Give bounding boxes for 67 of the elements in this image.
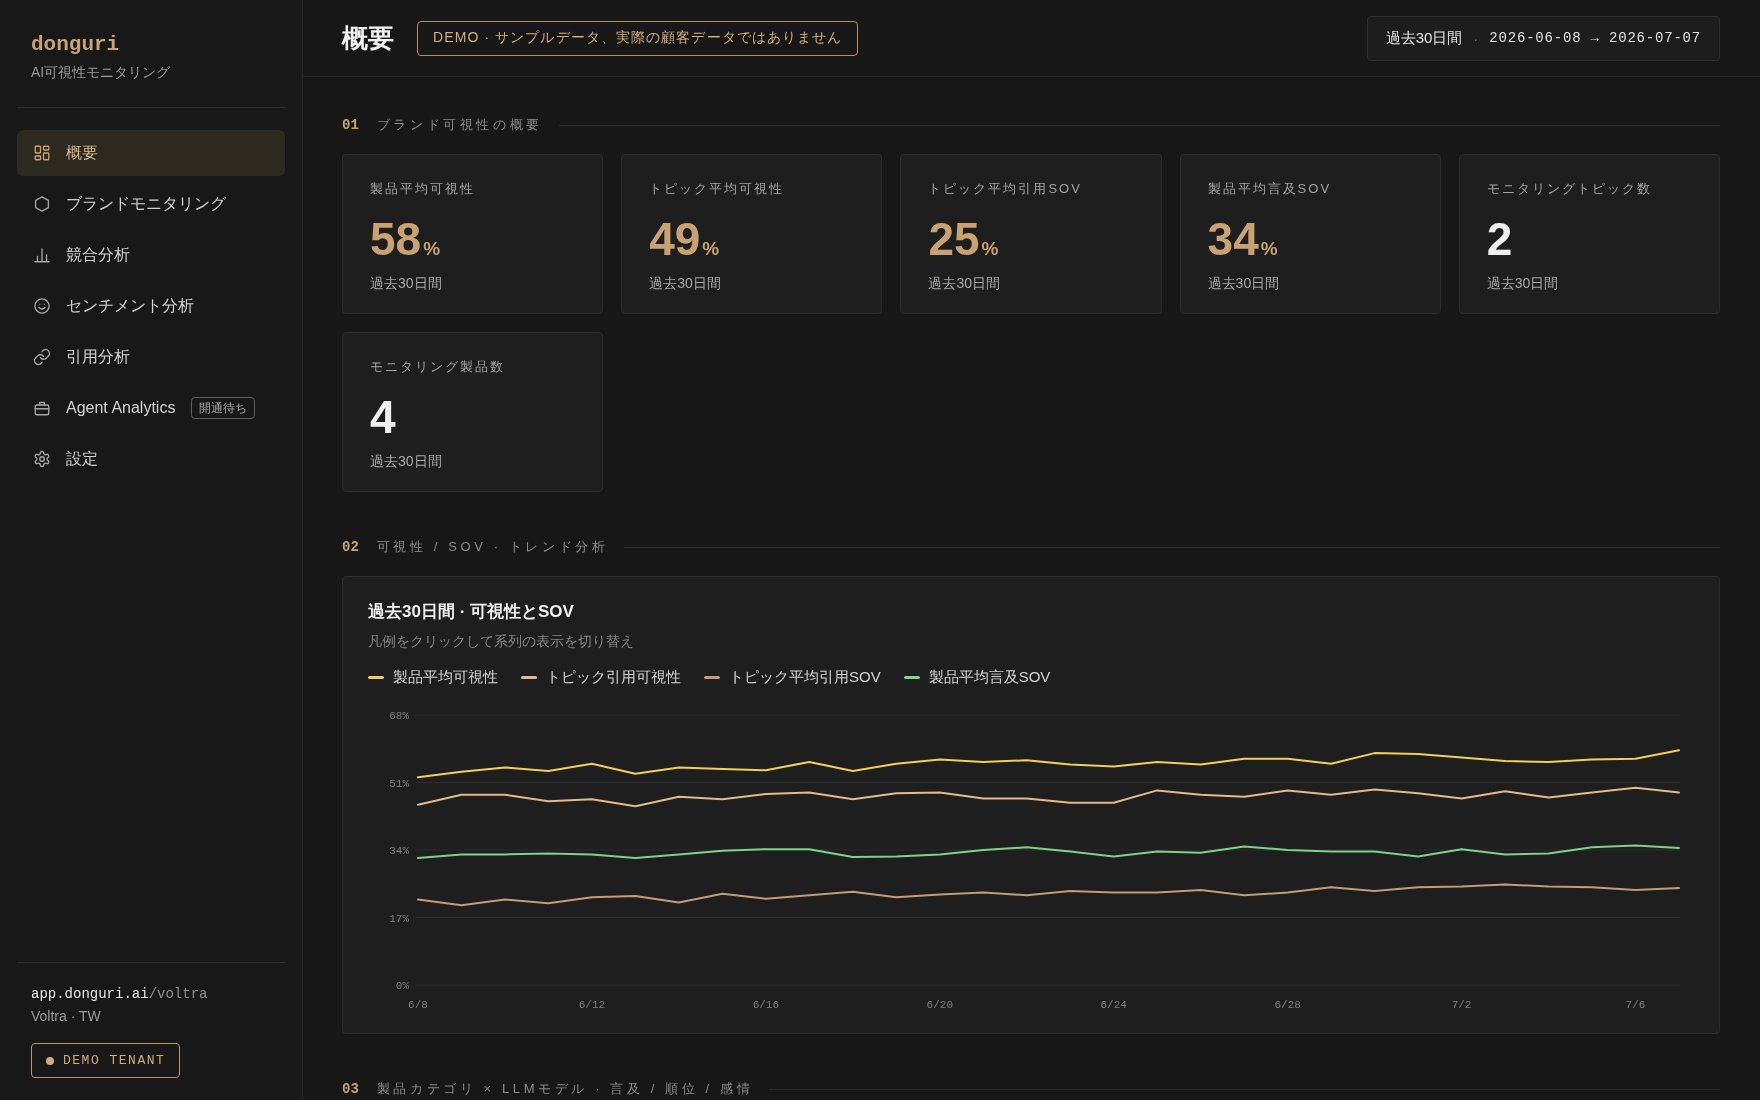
y-axis-label: 0%	[395, 980, 409, 992]
bar-chart-icon	[33, 246, 51, 264]
y-axis-label: 51%	[389, 777, 409, 790]
chart-subtitle: 凡例をクリックして系列の表示を切り替え	[368, 632, 635, 651]
page-title: 概要	[342, 22, 394, 54]
section-number: 03	[342, 1081, 359, 1097]
tenant-label: DEMO TENANT	[63, 1053, 166, 1068]
smiley-icon	[33, 297, 51, 315]
stat-label: トピック平均可視性	[649, 180, 786, 198]
stat-note: 過去30日間	[370, 452, 443, 471]
tenant-name: Voltra · TW	[30, 1007, 102, 1026]
chart-title: 過去30日間 · 可視性とSOV	[368, 601, 575, 623]
legend-item[interactable]: トピック引用可視性	[521, 667, 681, 687]
legend-item[interactable]: 製品平均言及SOV	[903, 667, 1051, 687]
date-range-button[interactable]: 過去30日間 · 2026-06-08 → 2026-07-07	[1366, 15, 1720, 61]
y-axis-label: 17%	[389, 912, 409, 925]
nav-item[interactable]: ブランドモニタリング	[17, 181, 285, 227]
stat-value: 25%	[928, 214, 1000, 264]
x-axis-label: 7/2	[1451, 999, 1472, 1011]
stat-label: モニタリングトピック数	[1486, 180, 1653, 198]
section-title: 可視性 / SOV · トレンド分析	[376, 538, 609, 556]
app-tagline: AI可視性モニタリング	[31, 63, 172, 81]
nav-item[interactable]: 競合分析	[17, 232, 285, 278]
legend-item[interactable]: 製品平均可視性	[368, 667, 498, 687]
hexagon-icon	[33, 195, 51, 213]
nav-item[interactable]: 概要	[17, 130, 285, 176]
nav-item[interactable]: 引用分析	[17, 334, 285, 380]
grid-icon	[33, 144, 51, 162]
workspace-url: app.donguri.ai/voltra	[30, 985, 209, 1004]
x-axis-label: 6/20	[926, 999, 953, 1011]
x-axis-label: 7/6	[1625, 999, 1646, 1011]
legend-item[interactable]: トピック平均引用SOV	[704, 667, 881, 687]
stat-note: 過去30日間	[928, 274, 1001, 293]
stat-label: 製品平均言及SOV	[1207, 180, 1333, 198]
x-axis-label: 6/12	[578, 999, 606, 1011]
stat-label: 製品平均可視性	[370, 180, 476, 198]
nav-item[interactable]: センチメント分析	[17, 283, 285, 329]
status-tag: 開通待ち	[191, 397, 256, 419]
settings-icon	[33, 450, 51, 468]
briefcase-icon	[33, 399, 51, 417]
stat-note: 過去30日間	[1486, 274, 1560, 293]
app-logo: donguri	[31, 33, 121, 57]
y-axis-label: 34%	[389, 845, 409, 857]
x-axis-label: 6/8	[408, 999, 428, 1011]
nav-item[interactable]: 設定	[17, 436, 285, 482]
x-axis-label: 6/16	[752, 999, 780, 1011]
stat-label: モニタリング製品数	[370, 358, 506, 376]
link-icon	[33, 348, 51, 366]
stat-value: 34%	[1207, 214, 1279, 264]
stat-value: 58%	[370, 214, 442, 264]
stat-note: 過去30日間	[649, 274, 722, 293]
section-title: 製品カテゴリ × LLMモデル · 言及 / 順位 / 感情	[376, 1080, 754, 1098]
stat-value: 4	[370, 392, 397, 442]
nav-item[interactable]: Agent Analytics 開通待ち	[17, 385, 285, 431]
x-axis-label: 6/24	[1100, 999, 1127, 1011]
section-number: 01	[342, 117, 359, 133]
status-dot-icon	[46, 1056, 54, 1065]
stat-note: 過去30日間	[370, 274, 443, 293]
x-axis-label: 6/28	[1274, 999, 1301, 1011]
demo-notice: DEMO · サンプルデータ、実際の顧客データではありません	[417, 20, 859, 56]
section-title: ブランド可視性の概要	[376, 116, 543, 134]
stat-label: トピック平均引用SOV	[928, 180, 1083, 198]
stat-value: 49%	[649, 214, 721, 264]
y-axis-label: 68%	[389, 710, 409, 722]
stat-note: 過去30日間	[1207, 274, 1281, 293]
stat-value: 2	[1486, 214, 1514, 264]
section-number: 02	[342, 539, 359, 555]
